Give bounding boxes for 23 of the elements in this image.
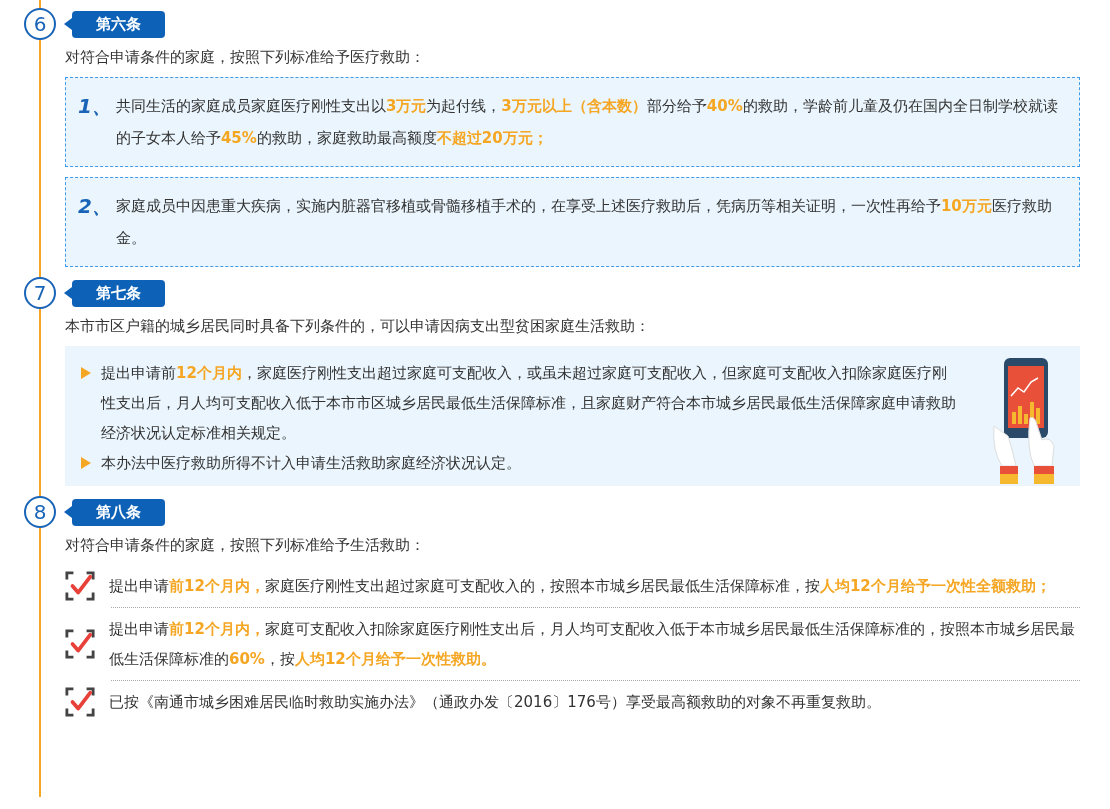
clause-number: 1、 [78,93,112,120]
rule-text: 提出申请前12个月内，家庭可支配收入扣除家庭医疗刚性支出后，月人均可支配收入低于本市城乡居民最低生活保障标准的，按照本市城乡居民最低生活保障标准的60%，按人均12个月给予一次性救助。 [109,619,1076,670]
article-title: 第八条 [72,498,165,526]
bullet-icon [81,457,91,469]
article-title: 第七条 [72,279,165,307]
section-number: 7 [24,277,56,309]
clause-text: 共同生活的家庭成员家庭医疗刚性支出以3万元为起付线，3万元以上（含本数）部分给予40%的救助，学龄前儿童及仍在国内全日制学校就读的子女本人给予45%的救助，家庭救助最高额度不超过20万元； [115,96,1059,149]
intro-text: 本市市区户籍的城乡居民同时具备下列条件的，可以申请因病支出型贫困家庭生活救助： [65,317,651,336]
intro-text: 对符合申请条件的家庭，按照下列标准给予医疗救助： [65,48,426,67]
rule-text: 已按《南通市城乡困难居民临时救助实施办法》（通政办发〔2016〕176号）享受最高额救助的对象不再重复救助。 [109,692,881,713]
clause-text: 家庭成员中因患重大疾病，实施内脏器官移植或骨髓移植手术的，在享受上述医疗救助后，凭病历等相关证明，一次性再给予10万元医疗救助金。 [115,196,1053,249]
section-number: 8 [24,496,56,528]
section-number: 6 [24,8,56,40]
bullet-icon [81,367,91,379]
intro-text: 对符合申请条件的家庭，按照下列标准给予生活救助： [65,536,426,555]
condition-text: 提出申请前12个月内，家庭医疗刚性支出超过家庭可支配收入，或虽未超过家庭可支配收入，但家庭可支配收入扣除家庭医疗刚性支出后，月人均可支配收入低于本市市区城乡居民最低生活保障标准，且家庭财产符合本市城乡居民最低生活保障家庭申请救助经济状况认定标准相关规定。 [101,363,957,444]
check-icon [65,687,95,717]
clause-number: 2、 [78,193,112,220]
condition-text: 本办法中医疗救助所得不计入申请生活救助家庭经济状况认定。 [101,453,521,474]
rule-text: 提出申请前12个月内，家庭医疗刚性支出超过家庭可支配收入的，按照本市城乡居民最低生活保障标准，按人均12个月给予一次性全额救助； [109,576,1051,597]
article-title: 第六条 [72,10,165,38]
check-icon [65,571,95,601]
check-icon [65,629,95,659]
